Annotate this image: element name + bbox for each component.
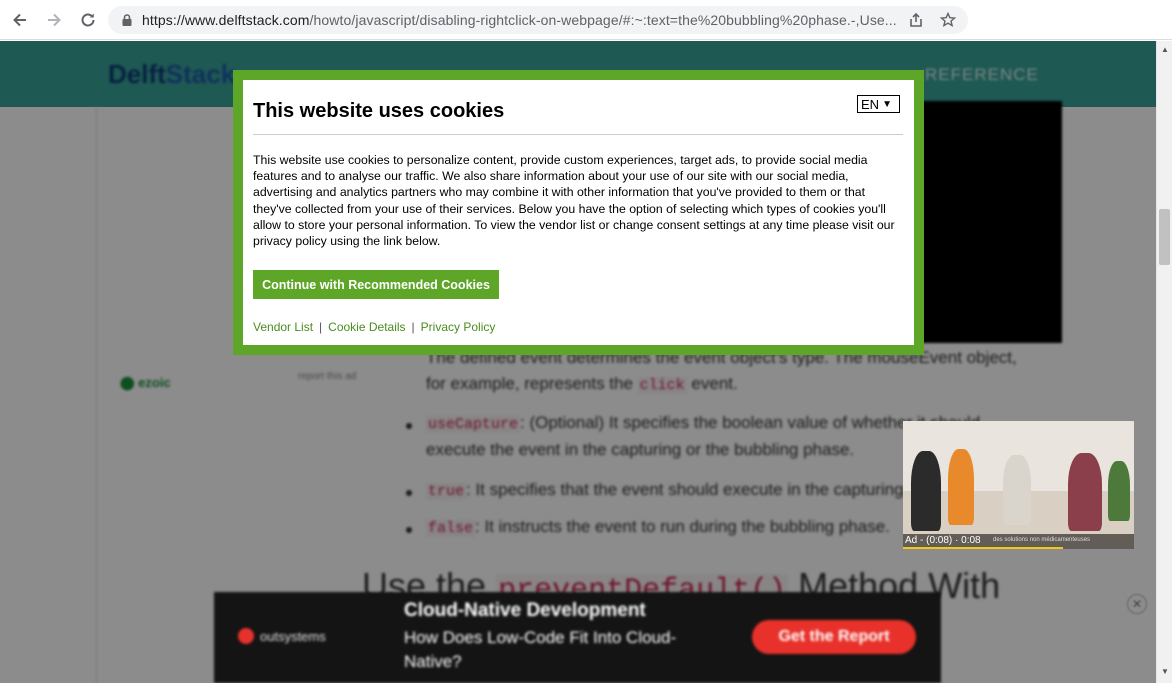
dialog-title: This website uses cookies (253, 100, 505, 122)
privacy-policy-link[interactable]: Privacy Policy (421, 320, 496, 334)
url-path: /howto/javascript/disabling-rightclick-o… (309, 12, 897, 28)
close-ad-button[interactable]: ✕ (1127, 594, 1147, 614)
back-button[interactable] (6, 6, 34, 34)
vendor-list-link[interactable]: Vendor List (253, 320, 313, 334)
link-separator: | (319, 320, 323, 334)
bottom-banner-ad[interactable]: outsystems Cloud-Native Development How … (214, 592, 941, 683)
video-figure (1108, 461, 1130, 521)
scroll-up-icon[interactable]: ▲ (1161, 45, 1169, 54)
cookie-consent-dialog: This website uses cookies EN ▼ This websi… (233, 70, 924, 355)
dialog-links: Vendor List | Cookie Details | Privacy P… (253, 320, 495, 334)
address-bar[interactable]: https://www.delftstack.com/howto/javascr… (108, 6, 968, 34)
web-page: DelftStack REFERENCE ⬤ ezoic report this… (0, 41, 1156, 683)
scroll-down-icon[interactable]: ▼ (1161, 667, 1169, 676)
arrow-left-icon (13, 13, 26, 26)
share-button[interactable] (906, 10, 926, 30)
link-separator: | (411, 320, 415, 334)
share-icon (910, 12, 922, 27)
lock-icon (122, 14, 132, 26)
banner-brand: outsystems (238, 628, 326, 644)
chevron-down-icon: ▼ (882, 98, 892, 110)
language-value: EN (861, 96, 880, 112)
get-report-button[interactable]: Get the Report (752, 620, 916, 654)
accept-recommended-button[interactable]: Continue with Recommended Cookies (253, 270, 499, 299)
brand-logo-icon (238, 628, 254, 644)
dialog-body-text: This website use cookies to personalize … (253, 153, 895, 249)
floating-video-ad[interactable]: Ad - (0:08) · 0:08 des solutions non méd… (903, 421, 1134, 549)
url-host: https://www.delftstack.com (142, 12, 310, 28)
star-icon (940, 12, 956, 28)
browser-toolbar: https://www.delftstack.com/howto/javascr… (0, 0, 1172, 40)
brand-name: outsystems (260, 628, 326, 644)
video-figure (948, 449, 974, 525)
arrow-right-icon (48, 13, 61, 26)
language-select[interactable]: EN ▼ (857, 95, 900, 113)
reload-button[interactable] (74, 6, 102, 34)
video-progress-bar (903, 547, 1063, 549)
reload-icon (81, 13, 95, 26)
banner-text: How Does Low-Code Fit Into Cloud-Native? (404, 628, 677, 671)
divider (253, 134, 903, 135)
video-figure (911, 451, 941, 531)
url-text: https://www.delftstack.com/howto/javascr… (142, 12, 902, 28)
page-scrollbar[interactable]: ▲ ▼ (1156, 41, 1172, 683)
ad-subtitle: des solutions non médicamenteuses (993, 537, 1091, 543)
scroll-thumb[interactable] (1159, 209, 1170, 265)
forward-button[interactable] (40, 6, 68, 34)
video-figure (1003, 455, 1031, 525)
banner-title: Cloud-Native Development (404, 600, 646, 621)
ad-timer-label: Ad - (0:08) · 0:08 (905, 535, 981, 546)
bookmark-button[interactable] (938, 10, 958, 30)
cookie-details-link[interactable]: Cookie Details (328, 320, 405, 334)
video-figure (1068, 453, 1102, 531)
